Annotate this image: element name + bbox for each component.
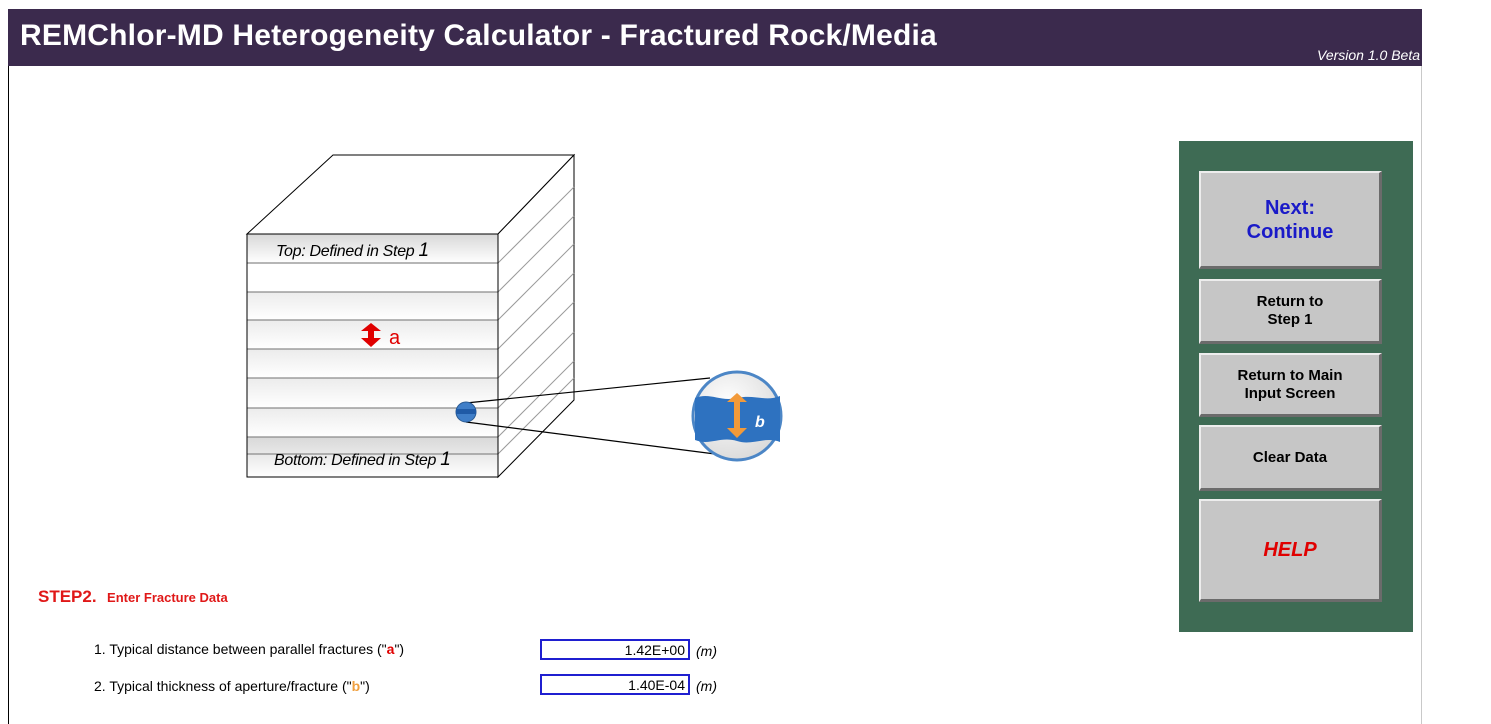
top-layer-step: 1	[418, 240, 430, 261]
bottom-layer-text: Bottom: Defined in Step	[274, 452, 441, 469]
navigation-panel: Next: Continue Return to Step 1 Return t…	[1179, 141, 1413, 632]
fracture-diagram: Top: Defined in Step 1 Bottom: Defined i…	[240, 150, 800, 485]
aperture-magnifier	[691, 370, 783, 462]
return-step1-button[interactable]: Return to Step 1	[1199, 279, 1382, 344]
frame-left-border	[8, 9, 9, 724]
aperture-thickness-label: 2. Typical thickness of aperture/fractur…	[94, 678, 370, 694]
spacing-label-a: a	[389, 327, 401, 349]
version-label: Version 1.0 Beta	[1317, 47, 1420, 63]
fracture-spacing-label: 1. Typical distance between parallel fra…	[94, 641, 404, 657]
fracture-spacing-input[interactable]: 1.42E+00	[540, 639, 690, 660]
bottom-layer-step: 1	[440, 449, 451, 470]
step-subtitle: Enter Fracture Data	[107, 590, 228, 605]
frame-right-border	[1421, 9, 1422, 724]
page-title: REMChlor-MD Heterogeneity Calculator - F…	[20, 19, 937, 52]
top-layer-label: Top: Defined in Step 1	[276, 240, 429, 262]
return-main-input-button[interactable]: Return to Main Input Screen	[1199, 353, 1382, 417]
aperture-thickness-label-text: 2. Typical thickness of aperture/fractur…	[94, 678, 352, 694]
aperture-thickness-key: b	[351, 678, 361, 694]
fracture-spacing-label-end: ")	[394, 641, 405, 657]
fracture-spacing-unit: (m)	[696, 643, 717, 659]
title-bar: REMChlor-MD Heterogeneity Calculator - F…	[8, 9, 1422, 66]
step-number: STEP2.	[38, 587, 97, 606]
fracture-block-illustration	[245, 153, 783, 479]
step-heading: STEP2. Enter Fracture Data	[38, 587, 228, 607]
next-continue-button[interactable]: Next: Continue	[1199, 171, 1382, 269]
bottom-layer-label: Bottom: Defined in Step 1	[274, 449, 451, 471]
fracture-spacing-label-text: 1. Typical distance between parallel fra…	[94, 641, 387, 657]
aperture-thickness-label-end: ")	[360, 678, 370, 694]
aperture-thickness-unit: (m)	[696, 678, 717, 694]
clear-data-button[interactable]: Clear Data	[1199, 425, 1382, 491]
help-button[interactable]: HELP	[1199, 499, 1382, 602]
aperture-thickness-input[interactable]: 1.40E-04	[540, 674, 690, 695]
top-layer-text: Top: Defined in Step	[276, 243, 419, 260]
aperture-label-b: b	[755, 414, 765, 431]
